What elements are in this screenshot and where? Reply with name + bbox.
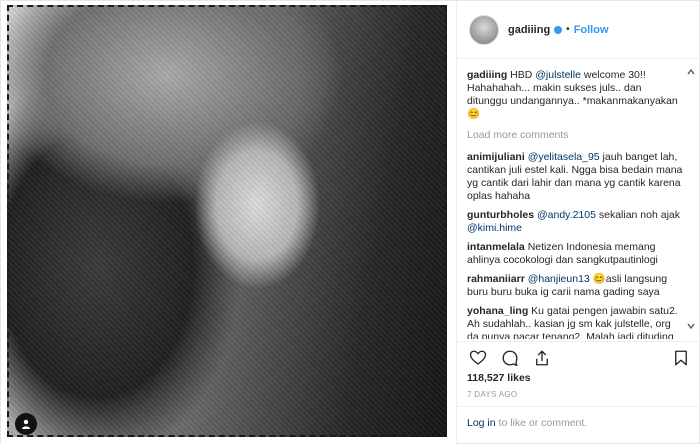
- caption-text: HBD: [510, 69, 536, 81]
- login-link[interactable]: Log in: [467, 417, 496, 429]
- comment-mention-2[interactable]: @kimi.hime: [467, 222, 522, 234]
- instagram-post: gadiiing • Follow gadiiing HBD @julstell…: [0, 0, 700, 444]
- comment-mention[interactable]: @andy.2105: [537, 209, 596, 221]
- heart-icon[interactable]: [467, 348, 489, 368]
- caption-user[interactable]: gadiiing: [467, 69, 507, 81]
- comment-item: intanmelala Netizen Indonesia memang ahl…: [467, 241, 684, 267]
- action-bar: [457, 341, 700, 367]
- comment-user[interactable]: gunturbholes: [467, 209, 534, 221]
- caption-mention[interactable]: @julstelle: [535, 69, 581, 81]
- comment-user[interactable]: yohana_ling: [467, 305, 528, 317]
- load-more-comments-button[interactable]: Load more comments: [467, 129, 684, 142]
- follow-button[interactable]: Follow: [574, 24, 609, 36]
- scroll-up-icon[interactable]: [686, 67, 696, 77]
- comment-user[interactable]: intanmelala: [467, 241, 525, 253]
- person-tag-icon[interactable]: [15, 413, 37, 435]
- comment-item: gunturbholes @andy.2105 sekalian noh aja…: [467, 209, 684, 235]
- verified-badge-icon: [554, 25, 563, 34]
- bookmark-icon[interactable]: [670, 348, 692, 368]
- post-header: gadiiing • Follow: [457, 1, 700, 59]
- comment-item: animijuliani @yelitasela_95 jauh banget …: [467, 151, 684, 203]
- comments-section[interactable]: gadiiing HBD @julstelle welcome 30!! Hah…: [457, 59, 700, 339]
- comment-user[interactable]: rahmaniiarr: [467, 273, 525, 285]
- comment-text: sekalian noh ajak: [595, 209, 680, 221]
- separator-dot: •: [566, 24, 570, 35]
- post-timestamp[interactable]: 7 DAYS AGO: [467, 390, 517, 399]
- share-icon[interactable]: [531, 348, 553, 368]
- portrait-image: [7, 5, 447, 437]
- username[interactable]: gadiiing: [508, 24, 550, 36]
- comment-item: rahmaniiarr @hanjieun13 😊asli langsung b…: [467, 273, 684, 299]
- post-photo[interactable]: [1, 1, 456, 444]
- login-prompt: Log in to like or comment.: [457, 406, 700, 444]
- post-sidebar: gadiiing • Follow gadiiing HBD @julstell…: [456, 1, 700, 444]
- scroll-down-icon[interactable]: [686, 321, 696, 331]
- comment-mention[interactable]: @hanjieun13: [528, 273, 590, 285]
- caption: gadiiing HBD @julstelle welcome 30!! Hah…: [467, 69, 684, 121]
- comment-mention[interactable]: @yelitasela_95: [528, 151, 600, 163]
- likes-count[interactable]: 118,527 likes: [467, 372, 531, 384]
- comment-item: yohana_ling Ku gatai pengen jawabin satu…: [467, 305, 684, 339]
- login-prompt-text: to like or comment.: [495, 417, 588, 429]
- comment-user[interactable]: animijuliani: [467, 151, 525, 163]
- avatar[interactable]: [469, 14, 499, 45]
- comment-icon[interactable]: [499, 348, 521, 368]
